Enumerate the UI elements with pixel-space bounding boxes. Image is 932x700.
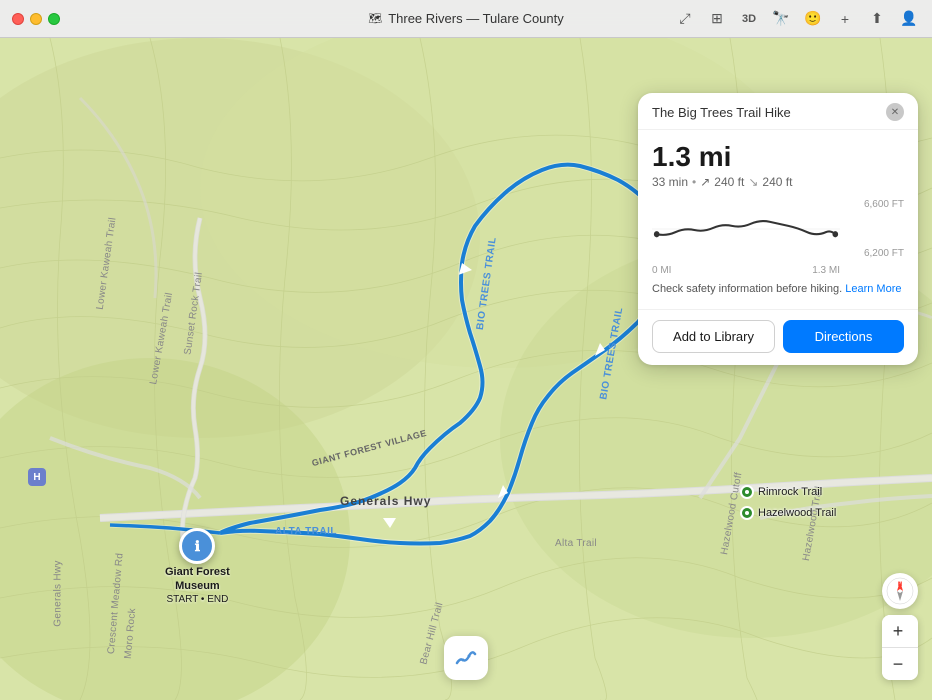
trail-card-body: 1.3 mi 33 min • ↗ 240 ft ↘ 240 ft 6,600 …: [638, 130, 918, 309]
maximize-button[interactable]: [48, 13, 60, 25]
window-title: 🗺 Three Rivers — Tulare County: [368, 11, 564, 26]
toolbar-icons: ⤢ ⊞ 3D 🔭 🙂 + ⬆ 👤: [674, 8, 920, 30]
title-bar: 🗺 Three Rivers — Tulare County ⤢ ⊞ 3D 🔭 …: [0, 0, 932, 38]
trail-elev-gain: 240 ft: [714, 175, 744, 189]
zoom-out-button[interactable]: −: [882, 648, 914, 680]
elevation-chart: 6,600 FT 6,200 FT: [652, 199, 904, 259]
alta-trail-label2: Alta Trail: [275, 526, 337, 537]
map-view-icon[interactable]: ⊞: [706, 8, 728, 30]
close-card-button[interactable]: ✕: [886, 103, 904, 121]
generals-hwy-label: Generals Hwy: [340, 494, 431, 508]
distance-labels: 0 MI 1.3 MI: [652, 265, 904, 276]
sep2: ↘: [748, 175, 758, 189]
marker-label-line2: Museum: [175, 580, 220, 592]
add-icon[interactable]: +: [834, 8, 856, 30]
elev-up-icon: ↗: [700, 175, 710, 189]
zoom-in-button[interactable]: +: [882, 615, 914, 647]
generals-hwy2-label: Generals Hwy: [53, 560, 64, 626]
directions-button[interactable]: Directions: [783, 320, 904, 353]
traffic-lights: [12, 13, 60, 25]
elevation-labels: 6,600 FT 6,200 FT: [844, 199, 904, 259]
hazelwood-trail-poi[interactable]: Hazelwood Trail: [740, 506, 836, 520]
hospital-marker: H: [28, 468, 46, 486]
poi-dot-rimrock: [740, 485, 754, 499]
account-icon[interactable]: 👤: [898, 8, 920, 30]
dist-end-label: 1.3 MI: [812, 265, 840, 276]
elev-high-label: 6,600 FT: [864, 199, 904, 210]
share-icon[interactable]: ⬆: [866, 8, 888, 30]
trail-card-actions: Add to Library Directions: [638, 309, 918, 365]
location-marker[interactable]: ℹ Giant Forest Museum START • END: [165, 528, 230, 605]
compass-button[interactable]: N: [882, 573, 918, 609]
trail-elev-loss: 240 ft: [762, 175, 792, 189]
hazelwood-label: Hazelwood Trail: [758, 507, 836, 519]
emoji-icon[interactable]: 🙂: [802, 8, 824, 30]
alta-trail-label: Alta Trail: [555, 538, 597, 549]
map-icon: 🗺: [368, 12, 382, 25]
marker-label-line1: Giant Forest: [165, 566, 230, 578]
learn-more-link[interactable]: Learn More: [845, 283, 901, 295]
trail-card-header: The Big Trees Trail Hike ✕: [638, 93, 918, 130]
location-icon[interactable]: ⤢: [674, 8, 696, 30]
rimrock-trail-poi[interactable]: Rimrock Trail: [740, 485, 822, 499]
trail-time: 33 min: [652, 175, 688, 189]
sep1: •: [692, 175, 696, 189]
trail-meta: 33 min • ↗ 240 ft ↘ 240 ft: [652, 175, 904, 189]
marker-icon: ℹ: [179, 528, 215, 564]
map-controls: N + −: [882, 573, 918, 680]
map-container[interactable]: Generals Hwy Sunset Rock Trail Lower Kaw…: [0, 38, 932, 700]
safety-text: Check safety information before hiking. …: [652, 282, 904, 297]
zoom-controls: + −: [882, 615, 918, 680]
poi-dot-hazelwood: [740, 506, 754, 520]
compass-svg: N: [886, 577, 914, 605]
dist-start-label: 0 MI: [652, 265, 671, 276]
route-icon-button[interactable]: [444, 636, 488, 680]
marker-label-line3: START • END: [166, 594, 228, 605]
trail-card: The Big Trees Trail Hike ✕ 1.3 mi 33 min…: [638, 93, 918, 365]
elevation-svg: [652, 203, 840, 255]
trail-card-title: The Big Trees Trail Hike: [652, 105, 791, 120]
search-binoculars-icon[interactable]: 🔭: [770, 8, 792, 30]
elev-low-label: 6,200 FT: [864, 248, 904, 259]
add-to-library-button[interactable]: Add to Library: [652, 320, 775, 353]
chart-area: [652, 203, 840, 255]
svg-text:N: N: [898, 582, 902, 588]
3d-icon[interactable]: 3D: [738, 8, 760, 30]
route-svg: [454, 646, 478, 670]
close-button[interactable]: [12, 13, 24, 25]
trail-distance: 1.3 mi: [652, 142, 904, 173]
minimize-button[interactable]: [30, 13, 42, 25]
rimrock-label: Rimrock Trail: [758, 486, 822, 498]
